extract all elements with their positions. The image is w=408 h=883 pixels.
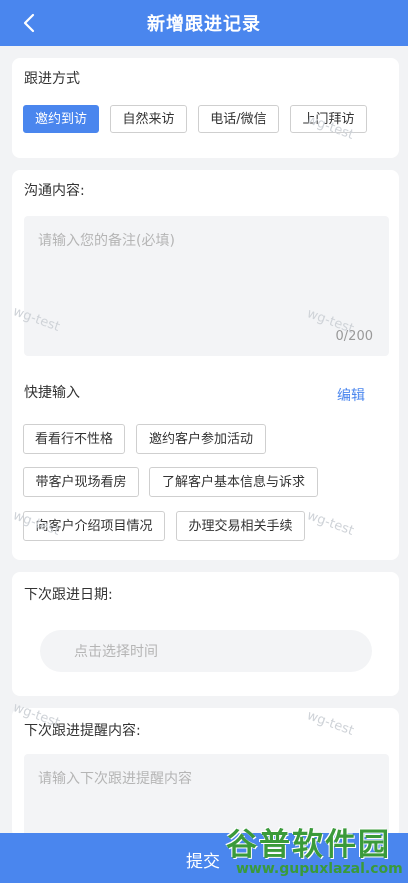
date-placeholder: 点击选择时间 [74, 644, 158, 660]
app-header: 新增跟进记录 [0, 0, 408, 46]
option-home-visit[interactable]: 上门拜访 [290, 105, 367, 133]
quick-chip[interactable]: 带客户现场看房 [23, 467, 139, 497]
quick-chip[interactable]: 看看行不性格 [23, 424, 125, 454]
communication-textarea[interactable]: 请输入您的备注(必填) 0/200 [24, 216, 389, 356]
edit-link[interactable]: 编辑 [337, 385, 365, 405]
option-walk-in[interactable]: 自然来访 [110, 105, 187, 133]
char-counter: 0/200 [335, 329, 373, 344]
next-date-card: 下次跟进日期: 点击选择时间 [12, 572, 399, 696]
site-logo: 谷普软件园 www.gupuxlazal.com [222, 817, 408, 883]
option-invite-visit[interactable]: 邀约到访 [23, 105, 99, 133]
quick-chip[interactable]: 邀约客户参加活动 [136, 424, 266, 454]
communication-label: 沟通内容: [24, 183, 85, 199]
quick-chip[interactable]: 向客户介绍项目情况 [23, 511, 165, 541]
quick-chip[interactable]: 了解客户基本信息与诉求 [149, 467, 318, 497]
logo-url: www.gupuxlazal.com [236, 861, 403, 877]
method-card: 跟进方式 邀约到访 自然来访 电话/微信 上门拜访 [12, 58, 399, 158]
quick-chip[interactable]: 办理交易相关手续 [176, 511, 305, 541]
method-label: 跟进方式 [24, 71, 80, 87]
reminder-placeholder: 请输入下次跟进提醒内容 [38, 771, 192, 787]
submit-label: 提交 [186, 852, 220, 872]
communication-placeholder: 请输入您的备注(必填) [38, 233, 175, 249]
option-phone-wechat[interactable]: 电话/微信 [198, 105, 279, 133]
page-title: 新增跟进记录 [147, 14, 261, 35]
reminder-label: 下次跟进提醒内容: [24, 723, 141, 739]
communication-card: 沟通内容: 请输入您的备注(必填) 0/200 快捷输入 编辑 看看行不性格 邀… [12, 170, 399, 560]
logo-name: 谷普软件园 [226, 827, 391, 863]
next-date-label: 下次跟进日期: [24, 587, 113, 603]
quick-input-label: 快捷输入 [24, 385, 80, 401]
date-picker-field[interactable]: 点击选择时间 [40, 630, 372, 672]
